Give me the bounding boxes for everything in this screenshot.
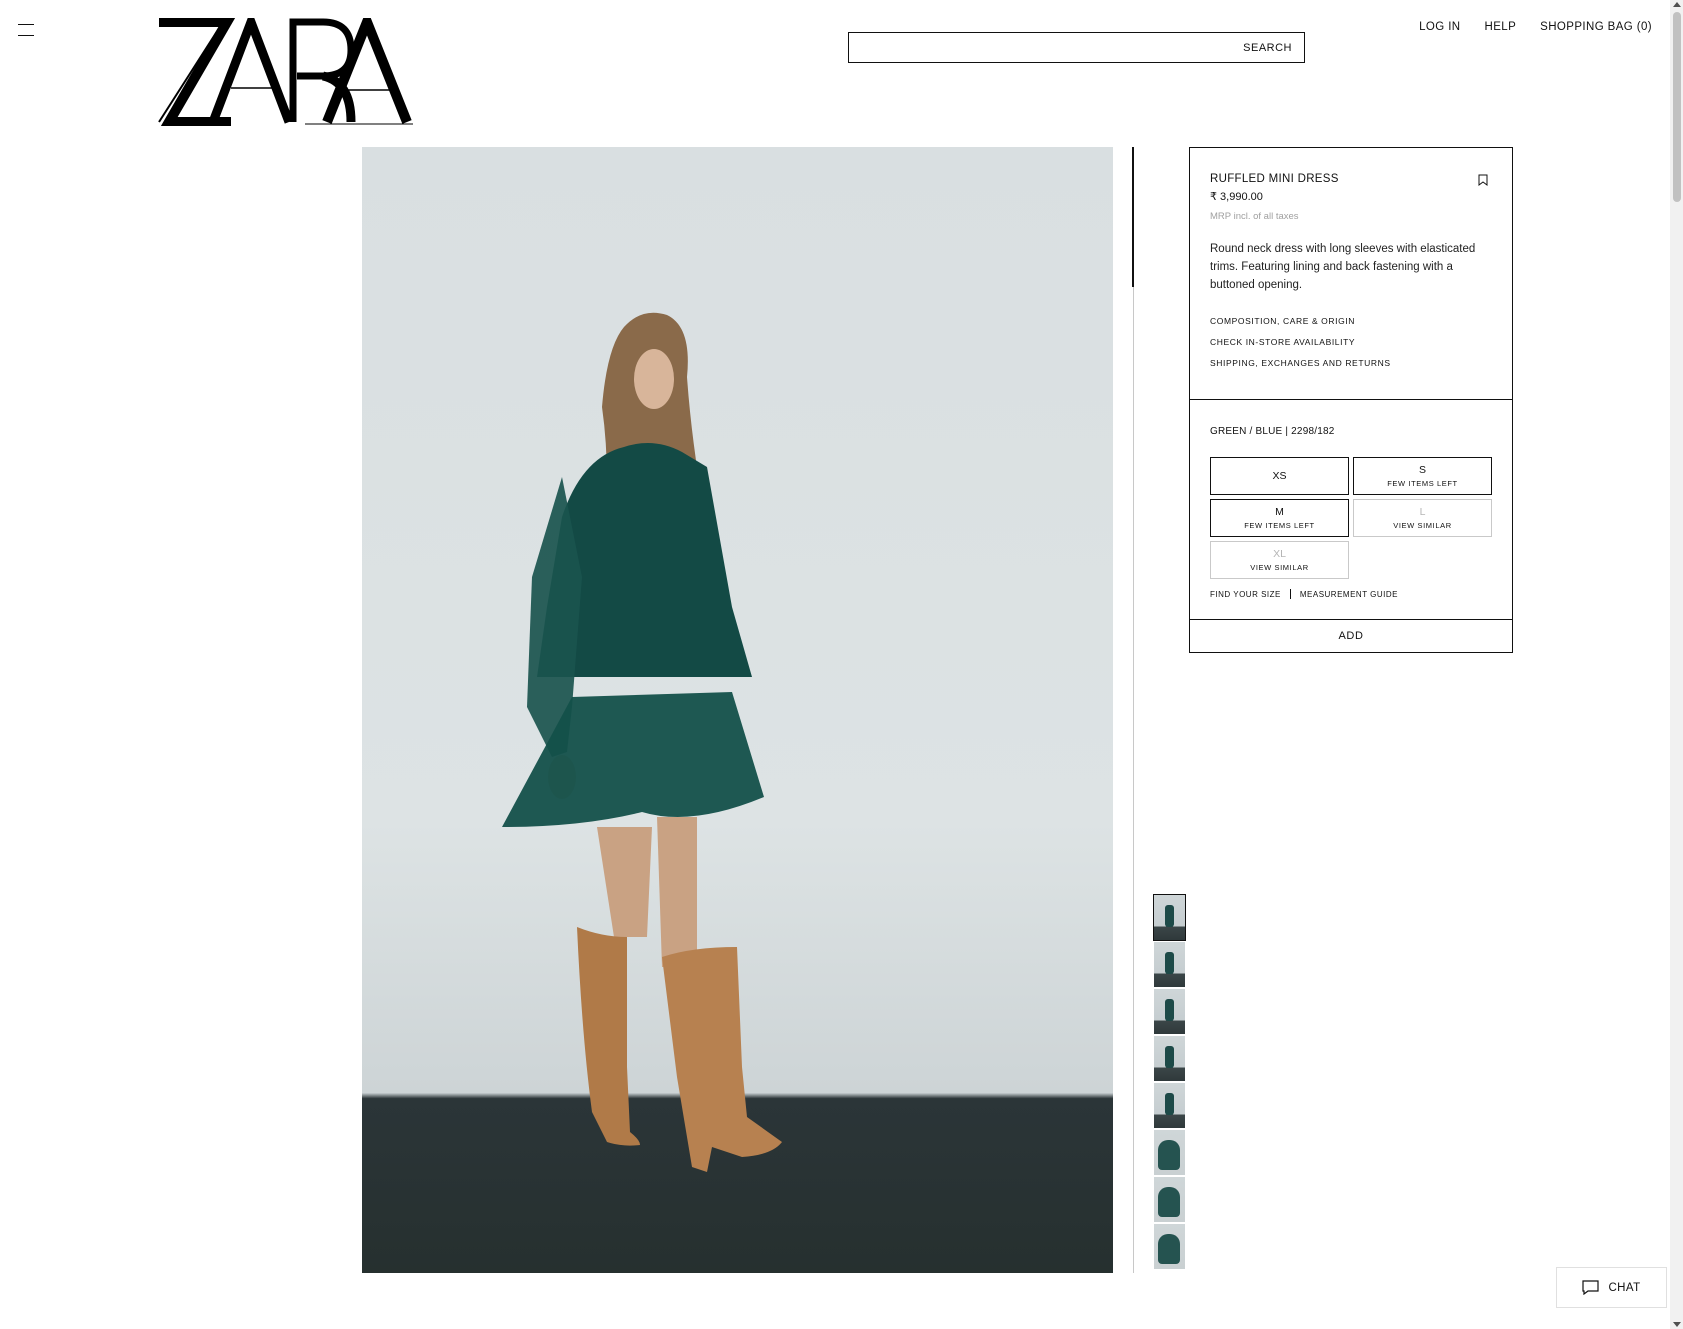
find-your-size-link[interactable]: FIND YOUR SIZE [1210,590,1281,599]
thumbnail-8[interactable] [1154,1224,1185,1269]
chat-bubble-icon [1582,1280,1600,1295]
size-label: XS [1272,470,1287,482]
page-scrollbar[interactable] [1670,0,1683,1329]
thumbnail-1[interactable] [1153,894,1186,941]
size-m-button[interactable]: M FEW ITEMS LEFT [1210,499,1349,537]
size-s-button[interactable]: S FEW ITEMS LEFT [1353,457,1492,495]
thumbnail-3[interactable] [1154,989,1185,1034]
measurement-guide-link[interactable]: MEASUREMENT GUIDE [1300,590,1398,599]
scroll-up-icon[interactable] [1673,2,1681,7]
login-link[interactable]: LOG IN [1419,21,1460,33]
size-label: L [1419,506,1426,518]
product-page: SEARCH LOG IN HELP SHOPPING BAG (0) RUFF… [0,0,1683,1329]
tax-note: MRP incl. of all taxes [1210,211,1299,222]
bookmark-icon[interactable] [1478,174,1488,186]
product-name: RUFFLED MINI DRESS [1210,173,1339,185]
size-selector: GREEN / BLUE | 2298/182 XS S FEW ITEMS L… [1189,399,1513,620]
hamburger-menu-icon[interactable] [18,24,34,36]
search-label: SEARCH [1243,42,1292,54]
add-to-bag-button[interactable]: ADD [1189,620,1513,653]
thumbnail-5[interactable] [1154,1083,1185,1128]
product-description: Round neck dress with long sleeves with … [1210,243,1476,291]
size-stock-note: FEW ITEMS LEFT [1387,479,1458,488]
view-similar-link[interactable]: VIEW SIMILAR [1250,563,1308,572]
size-stock-note: FEW ITEMS LEFT [1244,521,1315,530]
composition-care-link[interactable]: COMPOSITION, CARE & ORIGIN [1210,316,1492,326]
zara-logo[interactable] [155,8,413,127]
search-input[interactable]: SEARCH [848,32,1305,63]
chat-label: CHAT [1608,1281,1641,1294]
thumbnail-strip [1153,894,1186,1271]
size-label: S [1418,464,1426,476]
shopping-bag-link[interactable]: SHOPPING BAG (0) [1540,21,1652,33]
image-scroll-track[interactable] [1133,147,1134,1273]
product-info-panel: RUFFLED MINI DRESS ₹ 3,990.00 MRP incl. … [1189,147,1513,653]
model-illustration [502,312,782,1172]
shipping-returns-link[interactable]: SHIPPING, EXCHANGES AND RETURNS [1210,358,1492,368]
product-price: ₹ 3,990.00 [1210,191,1263,203]
thumbnail-7[interactable] [1154,1177,1185,1222]
divider [1289,589,1291,599]
scroll-down-icon[interactable] [1673,1322,1681,1327]
top-nav: LOG IN HELP SHOPPING BAG (0) [1419,21,1652,33]
size-xs-button[interactable]: XS [1210,457,1349,495]
store-availability-link[interactable]: CHECK IN-STORE AVAILABILITY [1210,337,1492,347]
size-guides: FIND YOUR SIZE MEASUREMENT GUIDE [1210,589,1492,599]
info-links: COMPOSITION, CARE & ORIGIN CHECK IN-STOR… [1210,316,1492,368]
help-link[interactable]: HELP [1485,21,1517,33]
product-details: RUFFLED MINI DRESS ₹ 3,990.00 MRP incl. … [1189,147,1513,399]
size-l-button[interactable]: L VIEW SIMILAR [1353,499,1492,537]
thumbnail-2[interactable] [1154,942,1185,987]
thumbnail-6[interactable] [1154,1130,1185,1175]
chat-button[interactable]: CHAT [1556,1267,1667,1308]
product-main-image[interactable] [362,147,1113,1273]
size-label: M [1275,506,1284,518]
size-grid: XS S FEW ITEMS LEFT M FEW ITEMS LEFT L V… [1210,457,1492,579]
scrollbar-thumb[interactable] [1673,12,1681,202]
color-reference: GREEN / BLUE | 2298/182 [1210,426,1335,437]
view-similar-link[interactable]: VIEW SIMILAR [1393,521,1451,530]
thumbnail-4[interactable] [1154,1036,1185,1081]
size-label: XL [1273,548,1286,560]
size-xl-button[interactable]: XL VIEW SIMILAR [1210,541,1349,579]
image-scroll-thumb[interactable] [1132,147,1134,287]
